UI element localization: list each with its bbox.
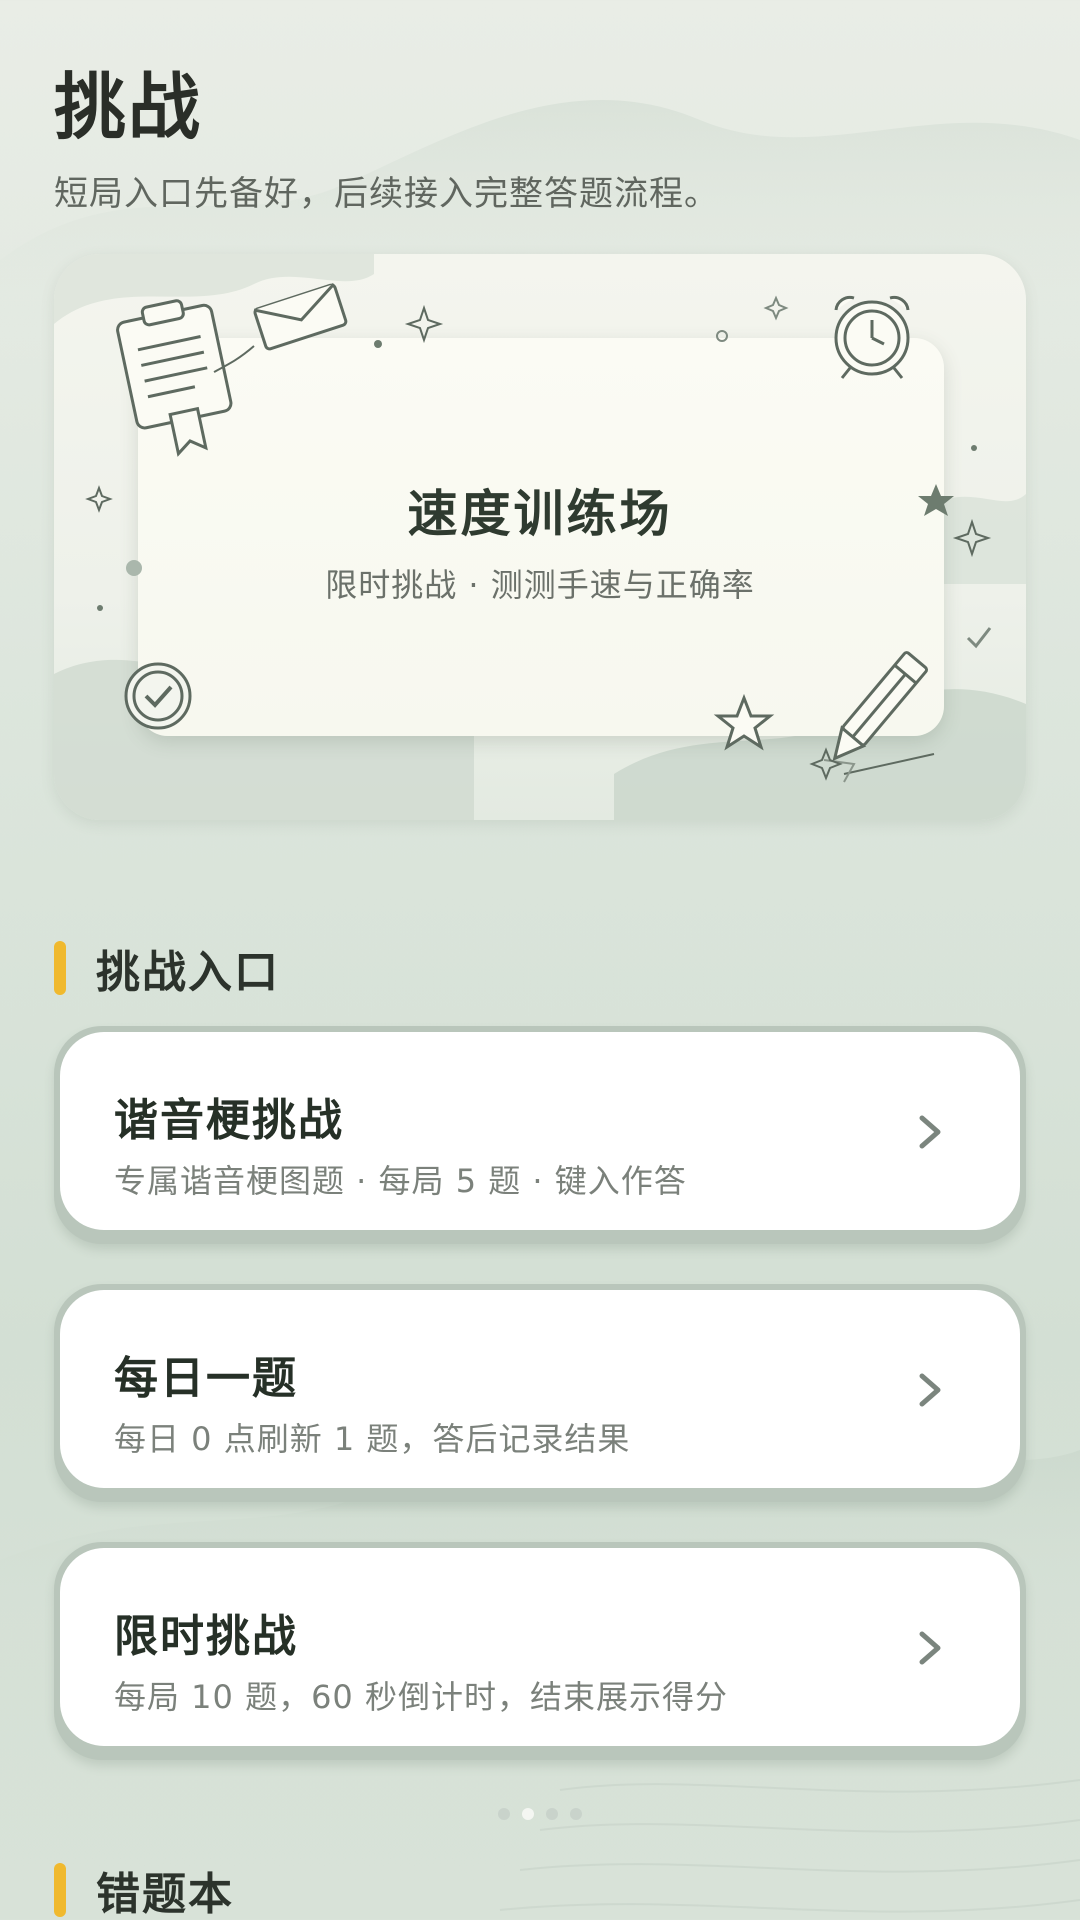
entry-description: 每局 10 题，60 秒倒计时，结束展示得分 — [114, 1678, 728, 1716]
clipboard-icon — [116, 299, 233, 457]
pencil-icon — [832, 651, 928, 761]
section-title: 挑战入口 — [96, 947, 280, 998]
section-header-entries: 挑战入口 — [54, 940, 280, 998]
pagination-dot[interactable] — [498, 1808, 510, 1820]
entry-title: 每日一题 — [114, 1353, 298, 1404]
entry-title: 谐音梗挑战 — [114, 1095, 344, 1146]
chevron-right-icon — [919, 1373, 941, 1407]
entry-card-pun-challenge[interactable]: 谐音梗挑战 专属谐音梗图题 · 每局 5 题 · 键入作答 — [54, 1026, 1026, 1244]
check-icon — [966, 627, 992, 649]
entry-card-daily-question[interactable]: 每日一题 每日 0 点刷新 1 题，答后记录结果 — [54, 1284, 1026, 1502]
entry-title: 限时挑战 — [114, 1611, 298, 1662]
hero-subtitle: 限时挑战 · 测测手速与正确率 — [325, 566, 755, 604]
section-accent-bar — [54, 941, 66, 995]
section-accent-bar — [54, 1863, 66, 1917]
pagination-dot[interactable] — [570, 1808, 582, 1820]
entry-card-timed-challenge[interactable]: 限时挑战 每局 10 题，60 秒倒计时，结束展示得分 — [54, 1542, 1026, 1760]
entry-description: 每日 0 点刷新 1 题，答后记录结果 — [114, 1420, 631, 1458]
page-title: 挑战 — [54, 65, 203, 149]
pagination-dots — [0, 1808, 1080, 1820]
check-circle-icon — [124, 662, 192, 730]
star-icon — [713, 693, 775, 751]
section-title: 错题本 — [96, 1869, 234, 1920]
chevron-right-icon — [919, 1115, 941, 1149]
pagination-dot-active[interactable] — [522, 1808, 534, 1820]
hero-title: 速度训练场 — [407, 485, 673, 543]
pagination-dot[interactable] — [546, 1808, 558, 1820]
envelope-icon — [253, 283, 348, 351]
section-header-wrongbook: 错题本 — [54, 1862, 234, 1920]
alarm-clock-icon — [834, 295, 910, 379]
chevron-right-icon — [919, 1631, 941, 1665]
entry-description: 专属谐音梗图题 · 每局 5 题 · 键入作答 — [114, 1162, 687, 1200]
page-subtitle: 短局入口先备好，后续接入完整答题流程。 — [54, 174, 719, 214]
